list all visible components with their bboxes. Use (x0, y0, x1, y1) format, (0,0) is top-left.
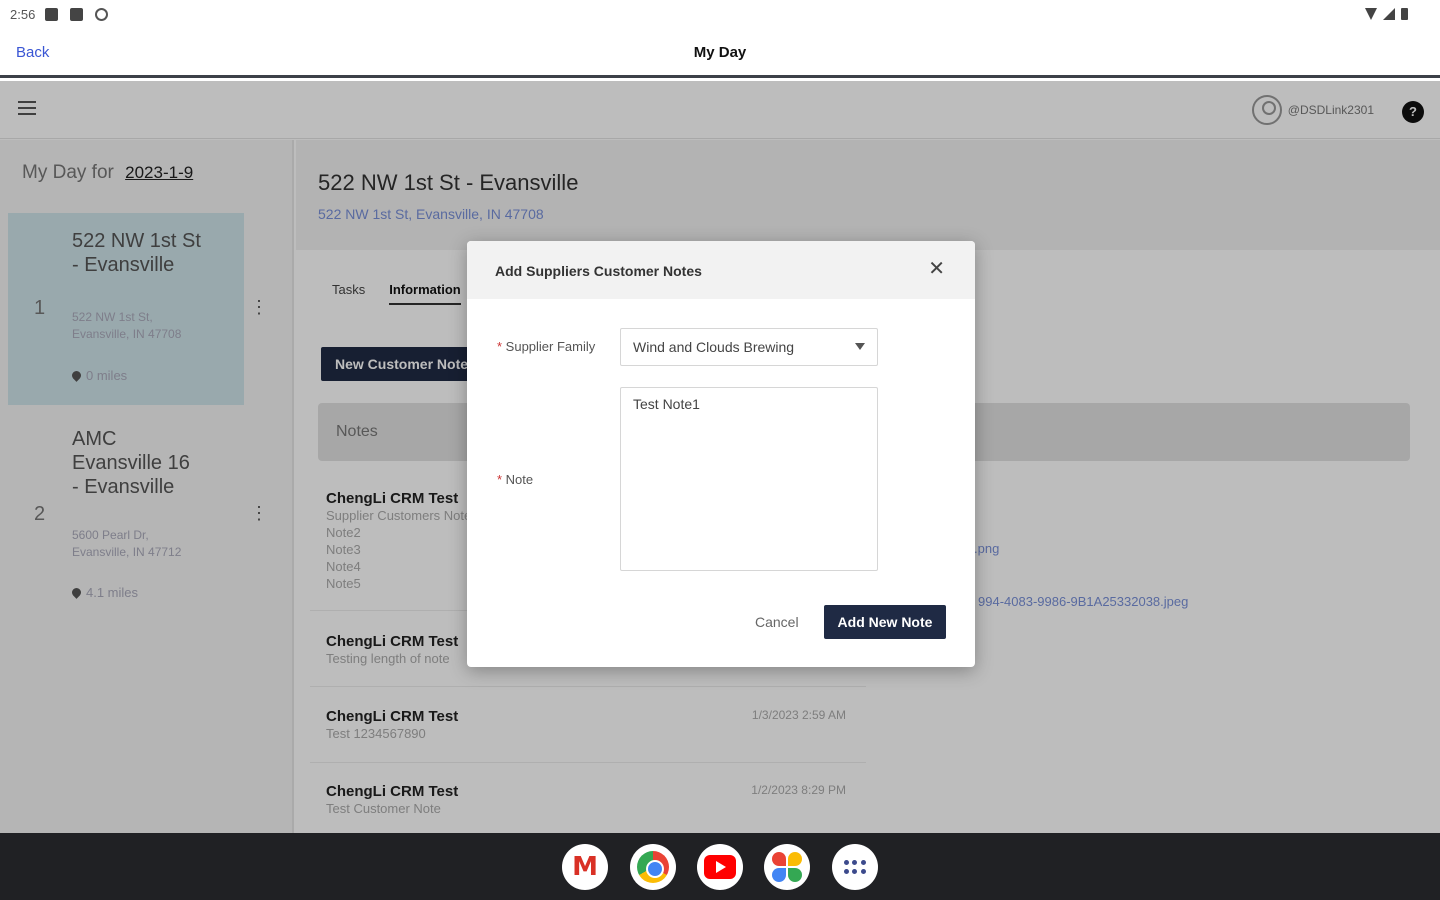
note-textarea[interactable]: Test Note1 (620, 387, 878, 571)
supplier-family-value: Wind and Clouds Brewing (633, 339, 795, 355)
cancel-button[interactable]: Cancel (755, 614, 799, 630)
supplier-family-label: Supplier Family (497, 339, 596, 354)
dialog-title: Add Suppliers Customer Notes (495, 263, 702, 279)
dnd-icon (95, 7, 109, 21)
wifi-icon (1365, 8, 1377, 20)
app-dock: M (0, 833, 1440, 900)
add-new-note-button[interactable]: Add New Note (824, 605, 946, 639)
gmail-icon[interactable]: M (562, 844, 608, 890)
youtube-icon[interactable] (697, 844, 743, 890)
supplier-family-select[interactable]: Wind and Clouds Brewing (620, 328, 878, 366)
battery-icon (1401, 8, 1408, 20)
signal-icon (1383, 8, 1395, 20)
page-title: My Day (693, 44, 747, 61)
dialog-header: Add Suppliers Customer Notes ✕ (467, 241, 975, 299)
app-titlebar: Back My Day (0, 28, 1440, 78)
note-label: Note (497, 472, 533, 487)
status-bar: 2:56 (0, 0, 1440, 28)
sd-card-icon (70, 7, 84, 21)
status-time: 2:56 (10, 6, 36, 22)
app-launcher-icon[interactable] (832, 844, 878, 890)
add-note-dialog: Add Suppliers Customer Notes ✕ Supplier … (467, 241, 975, 667)
chrome-icon[interactable] (630, 844, 676, 890)
chevron-down-icon (855, 343, 865, 351)
close-icon[interactable]: ✕ (928, 259, 945, 279)
photos-icon[interactable] (764, 844, 810, 890)
notification-icon (45, 7, 59, 21)
